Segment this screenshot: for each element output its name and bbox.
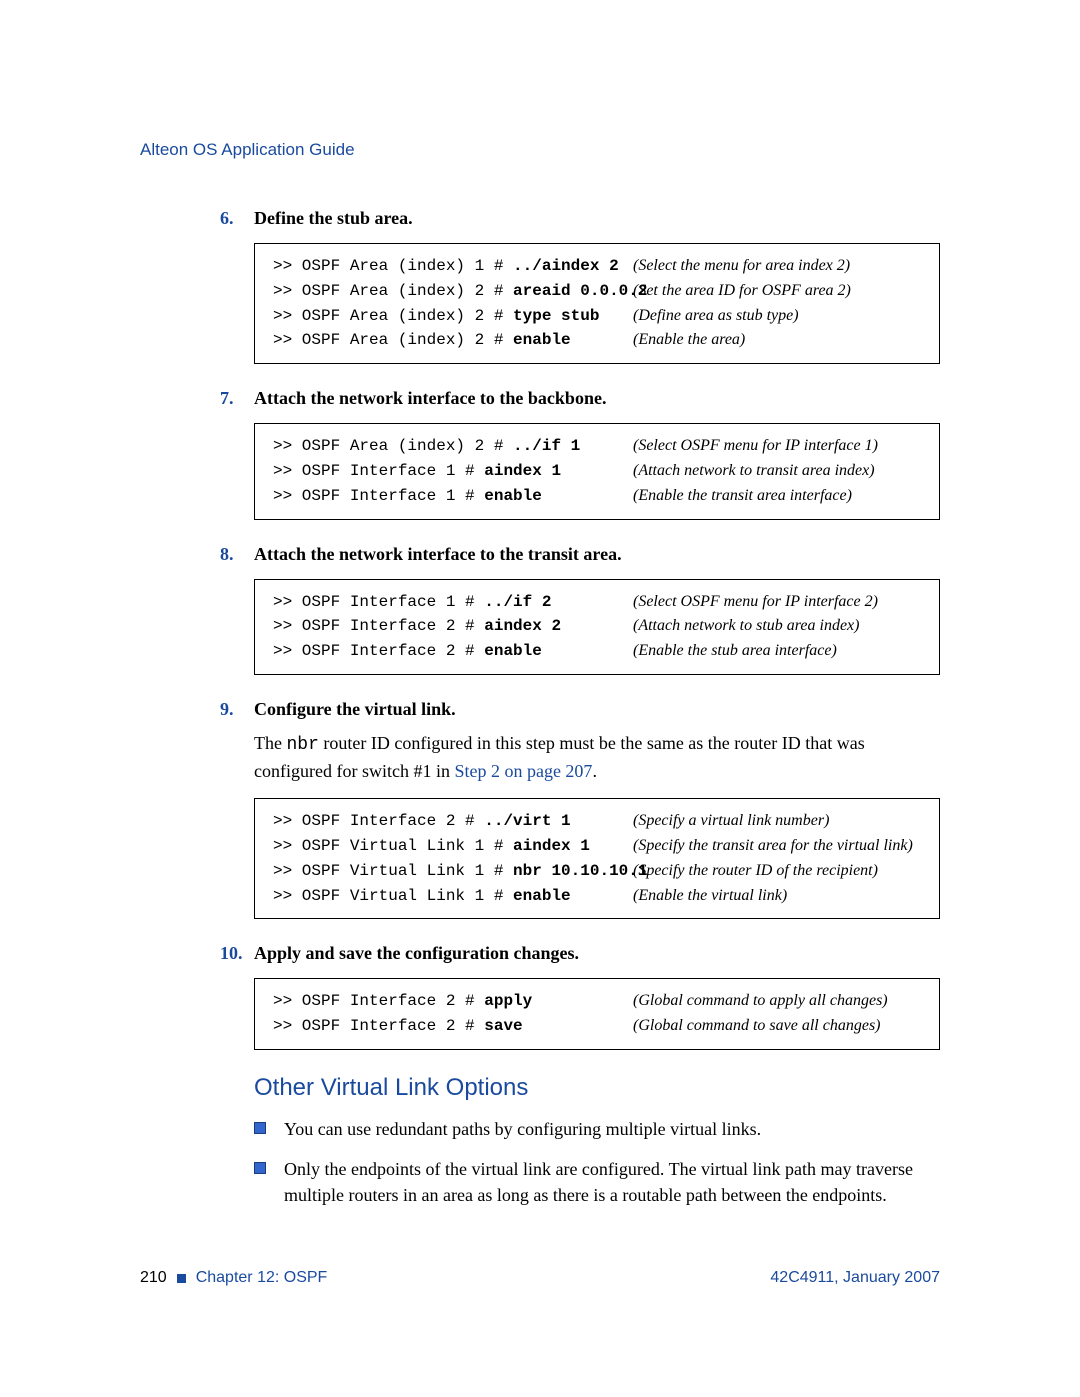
cmd-line: >> OSPF Virtual Link 1 # enable(Enable t… <box>273 884 923 909</box>
bullet-item: Only the endpoints of the virtual link a… <box>254 1156 940 1208</box>
cross-reference-link[interactable]: Step 2 on page 207 <box>454 761 592 781</box>
command-box-6: >> OSPF Area (index) 1 # ../aindex 2(Sel… <box>254 243 940 364</box>
bullet-text: Only the endpoints of the virtual link a… <box>284 1156 940 1208</box>
inline-code-nbr: nbr <box>286 735 318 755</box>
step-number: 8. <box>220 544 254 565</box>
cmd-line: >> OSPF Interface 1 # enable(Enable the … <box>273 484 923 509</box>
bullet-square-icon <box>254 1162 266 1174</box>
step-9-heading: 9. Configure the virtual link. <box>220 699 940 720</box>
cmd-line: >> OSPF Interface 2 # aindex 2(Attach ne… <box>273 614 923 639</box>
cmd-line: >> OSPF Interface 2 # save(Global comman… <box>273 1014 923 1039</box>
command-box-9: >> OSPF Interface 2 # ../virt 1(Specify … <box>254 798 940 919</box>
cmd-line: >> OSPF Area (index) 1 # ../aindex 2(Sel… <box>273 254 923 279</box>
subsection-heading: Other Virtual Link Options <box>254 1074 940 1102</box>
guide-title: Alteon OS Application Guide <box>140 140 940 160</box>
step-10-heading: 10. Apply and save the configuration cha… <box>220 943 940 964</box>
cmd-line: >> OSPF Interface 1 # aindex 1(Attach ne… <box>273 459 923 484</box>
step-title: Configure the virtual link. <box>254 699 456 720</box>
cmd-line: >> OSPF Virtual Link 1 # nbr 10.10.10.1(… <box>273 859 923 884</box>
step-8-heading: 8. Attach the network interface to the t… <box>220 544 940 565</box>
command-box-7: >> OSPF Area (index) 2 # ../if 1(Select … <box>254 423 940 519</box>
step-title: Attach the network interface to the tran… <box>254 544 622 565</box>
step-6-heading: 6. Define the stub area. <box>220 208 940 229</box>
step-number: 9. <box>220 699 254 720</box>
bullet-text: You can use redundant paths by configuri… <box>284 1116 761 1142</box>
bullet-item: You can use redundant paths by configuri… <box>254 1116 940 1142</box>
footer-chapter: Chapter 12: OSPF <box>196 1269 328 1287</box>
step-title: Apply and save the configuration changes… <box>254 943 579 964</box>
cmd-line: >> OSPF Area (index) 2 # enable(Enable t… <box>273 328 923 353</box>
step-number: 6. <box>220 208 254 229</box>
cmd-line: >> OSPF Interface 2 # apply(Global comma… <box>273 989 923 1014</box>
page-footer: 210 Chapter 12: OSPF 42C4911, January 20… <box>140 1269 940 1287</box>
step-number: 10. <box>220 943 254 964</box>
command-box-8: >> OSPF Interface 1 # ../if 2(Select OSP… <box>254 579 940 675</box>
bullet-square-icon <box>254 1122 266 1134</box>
step-7-heading: 7. Attach the network interface to the b… <box>220 388 940 409</box>
cmd-line: >> OSPF Area (index) 2 # areaid 0.0.0.2(… <box>273 279 923 304</box>
page-number: 210 <box>140 1269 167 1287</box>
cmd-line: >> OSPF Interface 2 # enable(Enable the … <box>273 639 923 664</box>
footer-square-icon <box>177 1274 186 1283</box>
cmd-line: >> OSPF Interface 1 # ../if 2(Select OSP… <box>273 590 923 615</box>
step-title: Define the stub area. <box>254 208 413 229</box>
step-title: Attach the network interface to the back… <box>254 388 606 409</box>
cmd-line: >> OSPF Interface 2 # ../virt 1(Specify … <box>273 809 923 834</box>
cmd-line: >> OSPF Virtual Link 1 # aindex 1(Specif… <box>273 834 923 859</box>
step-number: 7. <box>220 388 254 409</box>
cmd-line: >> OSPF Area (index) 2 # type stub(Defin… <box>273 304 923 329</box>
command-box-10: >> OSPF Interface 2 # apply(Global comma… <box>254 978 940 1050</box>
footer-doc-id: 42C4911, January 2007 <box>770 1269 940 1287</box>
step-9-paragraph: The nbr router ID configured in this ste… <box>254 730 940 784</box>
cmd-line: >> OSPF Area (index) 2 # ../if 1(Select … <box>273 434 923 459</box>
